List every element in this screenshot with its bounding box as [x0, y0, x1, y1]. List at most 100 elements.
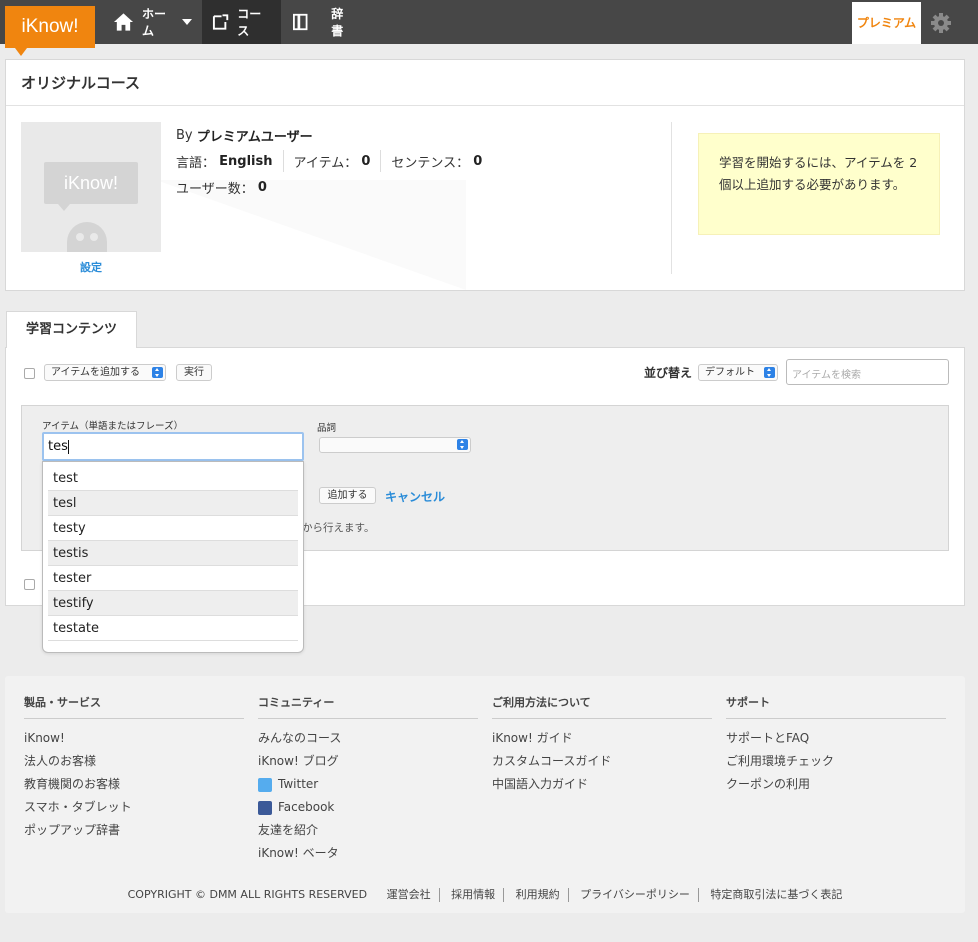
autocomplete-item[interactable]: testate — [48, 616, 298, 641]
add-item-button[interactable]: 追加する — [319, 487, 376, 504]
vertical-divider — [671, 122, 672, 274]
autocomplete-dropdown: test tesl testy testis tester testify te… — [42, 461, 304, 653]
nav-course-label: コース — [237, 7, 262, 38]
users-count: 0 — [257, 179, 267, 195]
autocomplete-item[interactable]: test — [48, 466, 298, 491]
item-input[interactable]: tes — [42, 432, 304, 461]
author-name[interactable]: プレミアムユーザー — [197, 126, 313, 145]
course-meta: By プレミアムユーザー 言語： English アイテム： 0 センテンス： … — [176, 122, 482, 200]
autocomplete-item[interactable]: tester — [48, 566, 298, 591]
legal-link[interactable]: 特定商取引法に基づく表記 — [702, 886, 850, 902]
footer-col-support: サポート サポートとFAQ ご利用環境チェック クーポンの利用 — [726, 694, 946, 796]
item-search-input[interactable]: アイテムを検索 — [786, 359, 949, 385]
footer-link[interactable]: カスタムコースガイド — [492, 750, 712, 773]
footer-link[interactable]: 法人のお客様 — [24, 750, 244, 773]
footer-link[interactable]: クーポンの利用 — [726, 773, 946, 796]
select-arrows-icon — [152, 367, 163, 378]
item-input-value: tes — [48, 439, 68, 454]
footer-link[interactable]: ポップアップ辞書 — [24, 819, 244, 842]
footer-link[interactable]: ご利用環境チェック — [726, 750, 946, 773]
autocomplete-item[interactable]: testy — [48, 516, 298, 541]
content-toolbar: アイテムを追加する 実行 並び替え デフォルト アイテムを検索 — [6, 358, 964, 388]
legal-link[interactable]: 運営会社 — [379, 886, 439, 902]
text-cursor — [67, 439, 69, 454]
gear-icon[interactable] — [930, 12, 952, 34]
nav-dictionary-label: 辞書 — [331, 7, 344, 38]
twitter-icon — [258, 777, 272, 792]
legal-link[interactable]: 採用情報 — [443, 886, 503, 902]
footer-col-community: コミュニティー みんなのコース iKnow! ブログ Twitter Faceb… — [258, 694, 478, 865]
footer-link[interactable]: 中国語入力ガイド — [492, 773, 712, 796]
facebook-label: Facebook — [278, 800, 335, 814]
users-label: ユーザー数： — [176, 181, 254, 197]
footer-col-title: サポート — [726, 694, 946, 719]
nav-home[interactable]: ホーム — [103, 0, 202, 44]
course-header-panel: オリジナルコース iKnow! 設定 By プレミアムユーザー 言語： Engl… — [5, 59, 965, 291]
nav-course[interactable]: コース — [202, 0, 281, 44]
legal-link[interactable]: 利用規約 — [508, 886, 568, 902]
select-arrows-icon — [457, 439, 468, 450]
top-navbar: iKnow! ホーム コース 辞書 プレミアム — [0, 0, 978, 56]
sort-select[interactable]: デフォルト — [698, 364, 778, 381]
hint-text: から行えます。 — [302, 522, 375, 534]
iknow-logo[interactable]: iKnow! — [5, 6, 95, 56]
owl-icon — [67, 222, 107, 252]
page-title: オリジナルコース — [6, 60, 964, 106]
by-prefix: By — [176, 127, 193, 143]
footer-link-twitter[interactable]: Twitter — [258, 773, 478, 796]
twitter-label: Twitter — [278, 777, 319, 791]
select-all-checkbox[interactable] — [24, 368, 35, 379]
footer-link-facebook[interactable]: Facebook — [258, 796, 478, 819]
part-of-speech-select[interactable] — [319, 437, 471, 453]
pos-label: 品詞 — [317, 423, 337, 434]
items-count: 0 — [361, 153, 371, 169]
thumbnail-logo: iKnow! — [44, 162, 138, 211]
nav-dictionary[interactable]: 辞書 — [283, 0, 363, 44]
footer-link[interactable]: iKnow! ベータ — [258, 842, 478, 865]
tab-study-content[interactable]: 学習コンテンツ — [6, 311, 137, 348]
footer-col-usage: ご利用方法について iKnow! ガイド カスタムコースガイド 中国語入力ガイド — [492, 694, 712, 796]
footer-link[interactable]: iKnow! ガイド — [492, 727, 712, 750]
footer-link[interactable]: サポートとFAQ — [726, 727, 946, 750]
autocomplete-item[interactable]: testify — [48, 591, 298, 616]
language-value: English — [219, 153, 273, 169]
dictionary-icon — [293, 13, 308, 31]
footer-col-title: 製品・サービス — [24, 694, 244, 719]
home-icon — [113, 13, 134, 31]
run-button[interactable]: 実行 — [176, 364, 212, 381]
action-select-value: アイテムを追加する — [51, 367, 140, 378]
footer-col-products: 製品・サービス iKnow! 法人のお客様 教育機関のお客様 スマホ・タブレット… — [24, 694, 244, 842]
legal-link[interactable]: プライバシーポリシー — [572, 886, 698, 902]
action-select[interactable]: アイテムを追加する — [44, 364, 166, 381]
autocomplete-item[interactable]: tesl — [48, 491, 298, 516]
footer-col-title: コミュニティー — [258, 694, 478, 719]
sort-label: 並び替え — [644, 366, 693, 380]
footer-link[interactable]: 友達を紹介 — [258, 819, 478, 842]
facebook-icon — [258, 800, 272, 815]
settings-link[interactable]: 設定 — [80, 259, 102, 275]
chevron-down-icon — [182, 19, 192, 25]
cancel-link[interactable]: キャンセル — [385, 488, 445, 505]
nav-home-label: ホーム — [141, 7, 166, 38]
footer-link[interactable]: 教育機関のお客様 — [24, 773, 244, 796]
sentences-label: センテンス： — [391, 155, 470, 171]
course-thumbnail[interactable]: iKnow! — [21, 122, 161, 252]
select-arrows-icon — [764, 367, 775, 378]
copyright-bar: COPYRIGHT © DMM ALL RIGHTS RESERVED 運営会社… — [5, 886, 965, 902]
footer-link[interactable]: iKnow! ブログ — [258, 750, 478, 773]
language-label: 言語： — [176, 155, 216, 171]
footer-link[interactable]: みんなのコース — [258, 727, 478, 750]
premium-link[interactable]: プレミアム — [852, 2, 921, 44]
start-notice: 学習を開始するには、アイテムを 2 個以上追加する必要があります。 — [698, 133, 940, 235]
copyright-text: COPYRIGHT © DMM ALL RIGHTS RESERVED — [127, 888, 368, 901]
row-checkbox[interactable] — [24, 579, 35, 590]
sort-select-value: デフォルト — [705, 367, 755, 378]
autocomplete-item[interactable]: testis — [48, 541, 298, 566]
footer-link[interactable]: スマホ・タブレット — [24, 796, 244, 819]
items-label: アイテム： — [293, 155, 358, 171]
footer-link[interactable]: iKnow! — [24, 727, 244, 750]
sentences-count: 0 — [473, 153, 483, 169]
course-icon — [212, 14, 229, 30]
footer-col-title: ご利用方法について — [492, 694, 712, 719]
item-field-label: アイテム（単語またはフレーズ） — [42, 421, 184, 432]
